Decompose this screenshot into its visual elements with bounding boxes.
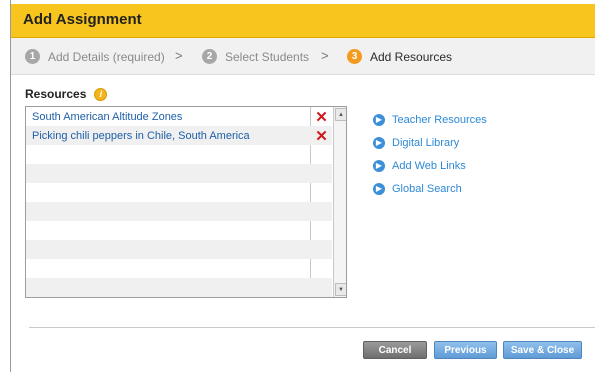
step-number-icon: 2: [202, 49, 217, 64]
empty-row: [26, 164, 332, 183]
empty-row: [26, 183, 332, 202]
step-separator: >: [175, 48, 183, 63]
remove-icon[interactable]: ✕: [311, 126, 332, 145]
step-add-details[interactable]: 1 Add Details (required): [25, 49, 165, 64]
global-search-link[interactable]: ▶ Global Search: [373, 177, 487, 200]
arrow-circle-icon: ▶: [373, 136, 385, 149]
empty-row: [26, 240, 332, 259]
link-label: Digital Library: [392, 136, 460, 149]
empty-row: [26, 202, 332, 221]
step-label: Select Students: [225, 49, 310, 64]
arrow-circle-icon: ▶: [373, 182, 385, 195]
link-label: Add Web Links: [392, 159, 466, 172]
scroll-up-icon[interactable]: ▲: [335, 108, 346, 121]
dialog-title-bar: Add Assignment: [11, 4, 595, 38]
wizard-steps: 1 Add Details (required) > 2 Select Stud…: [11, 38, 595, 75]
previous-button[interactable]: Previous: [434, 341, 497, 359]
link-label: Global Search: [392, 182, 462, 195]
dialog-title: Add Assignment: [23, 11, 142, 28]
footer-divider: [29, 327, 595, 328]
arrow-circle-icon: ▶: [373, 113, 385, 126]
step-add-resources: 3 Add Resources: [347, 49, 452, 64]
resource-title[interactable]: South American Altitude Zones: [26, 111, 312, 123]
empty-row: [26, 221, 332, 240]
add-assignment-dialog: Add Assignment 1 Add Details (required) …: [10, 0, 595, 372]
step-number-icon: 1: [25, 49, 40, 64]
link-label: Teacher Resources: [392, 113, 487, 126]
remove-icon[interactable]: ✕: [311, 107, 332, 126]
info-icon[interactable]: i: [94, 87, 108, 101]
list-scrollbar[interactable]: ▲ ▼: [333, 107, 346, 297]
resources-list: South American Altitude Zones ✕ Picking …: [25, 106, 347, 298]
arrow-circle-icon: ▶: [373, 159, 385, 172]
cancel-button[interactable]: Cancel: [363, 341, 427, 359]
step-separator: >: [321, 48, 329, 63]
step-number-icon: 3: [347, 49, 362, 64]
scroll-down-icon[interactable]: ▼: [335, 283, 346, 296]
empty-row: [26, 145, 332, 164]
save-close-button[interactable]: Save & Close: [503, 341, 582, 359]
list-item[interactable]: South American Altitude Zones ✕: [26, 107, 332, 126]
empty-row: [26, 278, 332, 297]
resource-title[interactable]: Picking chili peppers in Chile, South Am…: [26, 130, 312, 142]
resources-label: Resources: [25, 87, 87, 101]
resources-heading: Resources i: [25, 87, 108, 101]
add-web-links-link[interactable]: ▶ Add Web Links: [373, 154, 487, 177]
list-item[interactable]: Picking chili peppers in Chile, South Am…: [26, 126, 332, 145]
step-select-students[interactable]: 2 Select Students: [202, 49, 309, 64]
resource-links: ▶ Teacher Resources ▶ Digital Library ▶ …: [373, 108, 487, 200]
digital-library-link[interactable]: ▶ Digital Library: [373, 131, 487, 154]
step-label: Add Details (required): [48, 49, 165, 64]
teacher-resources-link[interactable]: ▶ Teacher Resources: [373, 108, 487, 131]
step-label: Add Resources: [370, 49, 453, 64]
empty-row: [26, 259, 332, 278]
